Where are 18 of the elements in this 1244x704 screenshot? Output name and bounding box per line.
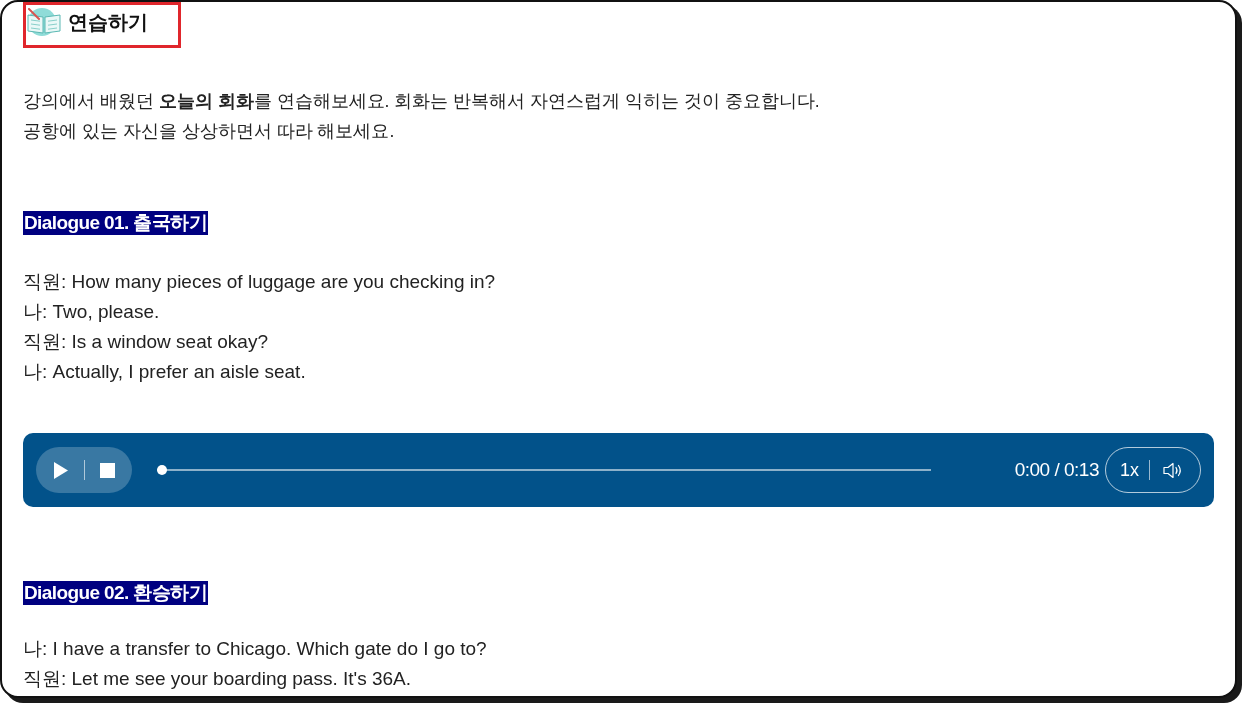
- play-icon: [54, 461, 68, 479]
- intro-text: 강의에서 배웠던 오늘의 회화를 연습해보세요. 회화는 반복해서 자연스럽게 익히는 것이 중요합니다.: [23, 90, 821, 113]
- dialogue-heading: Dialogue 01. 출국하기: [23, 211, 208, 235]
- dialogue-line: 나: Actually, I prefer an aisle seat.: [23, 361, 306, 383]
- speed-button[interactable]: 1x: [1118, 456, 1141, 484]
- dialogue-line: 나: Two, please.: [23, 301, 160, 323]
- stop-icon: [99, 462, 115, 478]
- book-icon: [26, 8, 62, 36]
- section-title: 연습하기: [68, 10, 148, 34]
- dialogue-line: 나: I have a transfer to Chicago. Which gate do I go to?: [23, 638, 487, 660]
- time-display: 0:00 / 0:13: [1014, 457, 1099, 482]
- dialogue-line: 직원: How many pieces of luggage are you checking in?: [23, 271, 496, 293]
- intro-text: 공항에 있는 자신을 상상하면서 따라 해보세요.: [23, 120, 396, 143]
- dialogue-heading: Dialogue 02. 환승하기: [23, 581, 208, 605]
- dialogue-line: 직원: Is a window seat okay?: [23, 331, 268, 353]
- progress-thumb[interactable]: [157, 465, 167, 475]
- speaker-icon: [1163, 461, 1183, 479]
- dialogue-line: 직원: Let me see your boarding pass. It's 36A.: [23, 668, 412, 690]
